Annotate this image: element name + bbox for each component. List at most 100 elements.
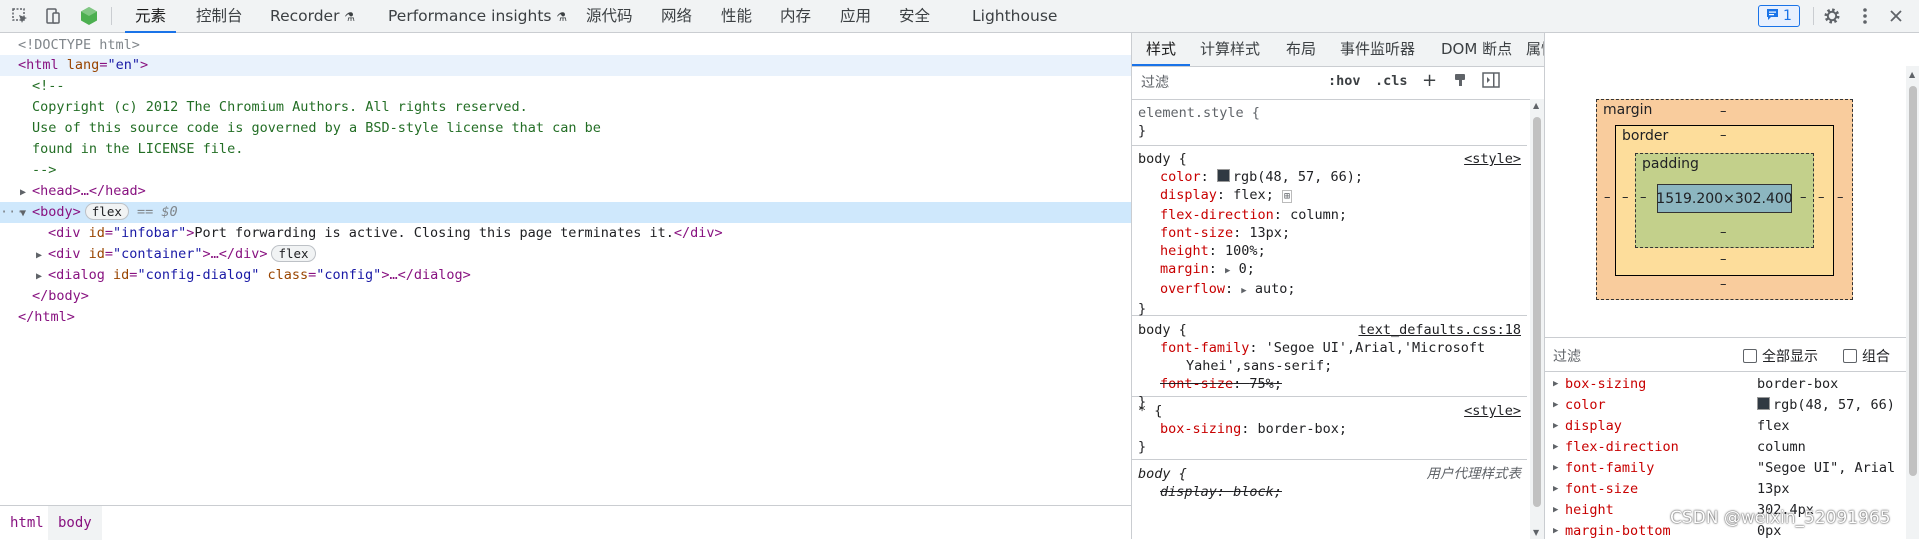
rule-source-link[interactable]: <style> bbox=[1464, 402, 1521, 420]
tab-sources[interactable]: 源代码 bbox=[586, 0, 633, 33]
expand-triangle-icon[interactable]: ▶ bbox=[36, 245, 48, 266]
vue-extension-icon[interactable] bbox=[78, 5, 100, 27]
expand-triangle-icon[interactable]: ▶ bbox=[1553, 479, 1558, 500]
styles-filter-input[interactable]: 过滤 bbox=[1141, 73, 1311, 93]
expand-triangle-icon[interactable]: ▶ bbox=[1553, 500, 1558, 521]
css-declaration[interactable]: color: rgb(48, 57, 66); bbox=[1138, 168, 1521, 186]
border-top-value[interactable]: – bbox=[1720, 128, 1727, 143]
expand-triangle-icon[interactable]: ▶ bbox=[1553, 374, 1558, 395]
computed-row[interactable]: ▶ flex-direction column bbox=[1545, 437, 1905, 458]
add-rule-icon[interactable]: + bbox=[1422, 70, 1437, 91]
css-declaration[interactable]: overflow: ▶ auto; bbox=[1138, 280, 1521, 300]
tab-dom-breakpoints[interactable]: DOM 断点 bbox=[1441, 33, 1512, 66]
tab-elements[interactable]: 元素 bbox=[125, 0, 177, 33]
ellipsis-icon[interactable]: ··· bbox=[0, 202, 24, 223]
breadcrumb-body[interactable]: body bbox=[48, 506, 102, 540]
tab-lighthouse[interactable]: Lighthouse bbox=[972, 0, 1057, 33]
scroll-up-icon[interactable]: ▲ bbox=[1533, 101, 1539, 110]
computed-filter-input[interactable]: 过滤 bbox=[1553, 346, 1581, 366]
tab-application[interactable]: 应用 bbox=[840, 0, 871, 33]
tab-properties[interactable]: 属性 bbox=[1526, 33, 1544, 66]
css-declaration[interactable]: height: 100%; bbox=[1138, 242, 1521, 260]
computed-scrollbar[interactable]: ▲ bbox=[1906, 66, 1919, 539]
dom-html-close[interactable]: </html> bbox=[0, 307, 1131, 328]
flex-badge[interactable]: flex bbox=[271, 245, 316, 262]
rule-source-link[interactable]: text_defaults.css:18 bbox=[1358, 321, 1521, 339]
dom-head-node[interactable]: ▶ <head>…</head> bbox=[0, 181, 1131, 202]
css-declaration[interactable]: margin: ▶ 0; bbox=[1138, 260, 1521, 280]
box-model-content[interactable]: 1519.200×302.400 bbox=[1656, 184, 1793, 213]
cls-button[interactable]: .cls bbox=[1375, 73, 1408, 89]
css-declaration[interactable]: box-sizing: border-box; bbox=[1138, 420, 1521, 438]
collapse-triangle-icon[interactable]: ▼ bbox=[20, 203, 32, 224]
expand-triangle-icon[interactable]: ▶ bbox=[1553, 521, 1558, 539]
tab-console[interactable]: 控制台 bbox=[196, 0, 243, 33]
flex-badge[interactable]: flex bbox=[84, 203, 129, 220]
style-rule-universal[interactable]: * {<style> box-sizing: border-box; } bbox=[1132, 400, 1527, 460]
paint-brush-icon[interactable] bbox=[1452, 72, 1468, 92]
tab-security[interactable]: 安全 bbox=[899, 0, 930, 33]
css-declaration-overridden[interactable]: display: block; bbox=[1138, 483, 1521, 501]
css-declaration[interactable]: display: flex; ⊞ bbox=[1138, 186, 1521, 206]
dom-body-node[interactable]: ···▼ <body> flex == $0 bbox=[0, 202, 1131, 223]
style-rule-body-defaults[interactable]: body {text_defaults.css:18 font-family: … bbox=[1132, 319, 1527, 410]
tab-performance[interactable]: 性能 bbox=[721, 0, 752, 33]
computed-row[interactable]: ▶ color rgb(48, 57, 66) bbox=[1545, 395, 1905, 416]
flexbox-editor-icon[interactable]: ⊞ bbox=[1281, 190, 1292, 203]
padding-bottom-value[interactable]: – bbox=[1720, 225, 1727, 240]
tab-event-listeners[interactable]: 事件监听器 bbox=[1340, 33, 1415, 66]
tab-styles[interactable]: 样式 bbox=[1132, 33, 1191, 66]
style-rule-user-agent[interactable]: body {用户代理样式表 display: block; bbox=[1132, 463, 1527, 523]
border-left-value[interactable]: – bbox=[1622, 190, 1629, 205]
dom-infobar-node[interactable]: <div id="infobar">Port forwarding is act… bbox=[0, 223, 1131, 244]
tab-network[interactable]: 网络 bbox=[661, 0, 692, 33]
expand-triangle-icon[interactable]: ▶ bbox=[1241, 286, 1246, 296]
color-swatch[interactable] bbox=[1216, 169, 1230, 182]
element-style-rule[interactable]: element.style { } bbox=[1132, 102, 1527, 146]
toggle-sidebar-icon[interactable] bbox=[1482, 72, 1500, 92]
styles-scrollbar-thumb[interactable] bbox=[1533, 117, 1541, 507]
expand-triangle-icon[interactable]: ▶ bbox=[1553, 458, 1558, 479]
device-toolbar-icon[interactable] bbox=[42, 5, 64, 27]
tab-memory[interactable]: 内存 bbox=[780, 0, 811, 33]
rule-source-link[interactable]: <style> bbox=[1464, 150, 1521, 168]
dom-doctype[interactable]: <!DOCTYPE html> bbox=[0, 35, 1131, 56]
padding-left-value[interactable]: – bbox=[1640, 190, 1647, 205]
padding-right-value[interactable]: – bbox=[1800, 190, 1807, 205]
group-checkbox[interactable]: 组合 bbox=[1843, 346, 1890, 366]
tab-performance-insights[interactable]: Performance insights ⚗ bbox=[388, 0, 567, 33]
computed-row[interactable]: ▶ box-sizing border-box bbox=[1545, 374, 1905, 395]
border-right-value[interactable]: – bbox=[1818, 190, 1825, 205]
dom-comment[interactable]: <!-- bbox=[0, 76, 1131, 97]
expand-triangle-icon[interactable]: ▶ bbox=[1553, 395, 1558, 416]
border-bottom-value[interactable]: – bbox=[1720, 252, 1727, 267]
expand-triangle-icon[interactable]: ▶ bbox=[1553, 437, 1558, 458]
dom-html-node[interactable]: <html lang="en"> bbox=[0, 55, 1131, 76]
css-declaration[interactable]: font-size: 13px; bbox=[1138, 224, 1521, 242]
dom-dialog-node[interactable]: ▶ <dialog id="config-dialog" class="confi… bbox=[0, 265, 1131, 286]
expand-triangle-icon[interactable]: ▶ bbox=[20, 182, 32, 203]
style-rule-body[interactable]: body {<style> color: rgb(48, 57, 66); di… bbox=[1132, 148, 1527, 317]
close-icon[interactable] bbox=[1885, 5, 1907, 27]
tab-computed[interactable]: 计算样式 bbox=[1200, 33, 1260, 66]
scroll-up-icon[interactable]: ▲ bbox=[1909, 70, 1915, 79]
gear-icon[interactable] bbox=[1821, 5, 1843, 27]
margin-left-value[interactable]: – bbox=[1604, 190, 1611, 205]
margin-right-value[interactable]: – bbox=[1837, 190, 1844, 205]
color-swatch[interactable] bbox=[1757, 397, 1770, 410]
show-all-checkbox[interactable]: 全部显示 bbox=[1743, 346, 1818, 366]
inspect-element-icon[interactable] bbox=[9, 5, 31, 27]
expand-triangle-icon[interactable]: ▶ bbox=[1225, 266, 1230, 276]
hov-button[interactable]: :hov bbox=[1328, 73, 1361, 89]
css-declaration-overridden[interactable]: font-size: 75%; bbox=[1138, 375, 1521, 393]
css-declaration[interactable]: font-family: 'Segoe UI',Arial,'Microsoft bbox=[1138, 339, 1521, 357]
expand-triangle-icon[interactable]: ▶ bbox=[1553, 416, 1558, 437]
tab-recorder[interactable]: Recorder ⚗ bbox=[270, 0, 355, 33]
computed-row[interactable]: ▶ font-size 13px bbox=[1545, 479, 1905, 500]
dom-body-close[interactable]: </body> bbox=[0, 286, 1131, 307]
expand-triangle-icon[interactable]: ▶ bbox=[36, 266, 48, 287]
dom-container-node[interactable]: ▶ <div id="container">…</div> flex bbox=[0, 244, 1131, 265]
issues-badge[interactable]: 1 bbox=[1758, 5, 1800, 27]
css-declaration[interactable]: flex-direction: column; bbox=[1138, 206, 1521, 224]
computed-row[interactable]: ▶ font-family "Segoe UI", Arial bbox=[1545, 458, 1905, 479]
